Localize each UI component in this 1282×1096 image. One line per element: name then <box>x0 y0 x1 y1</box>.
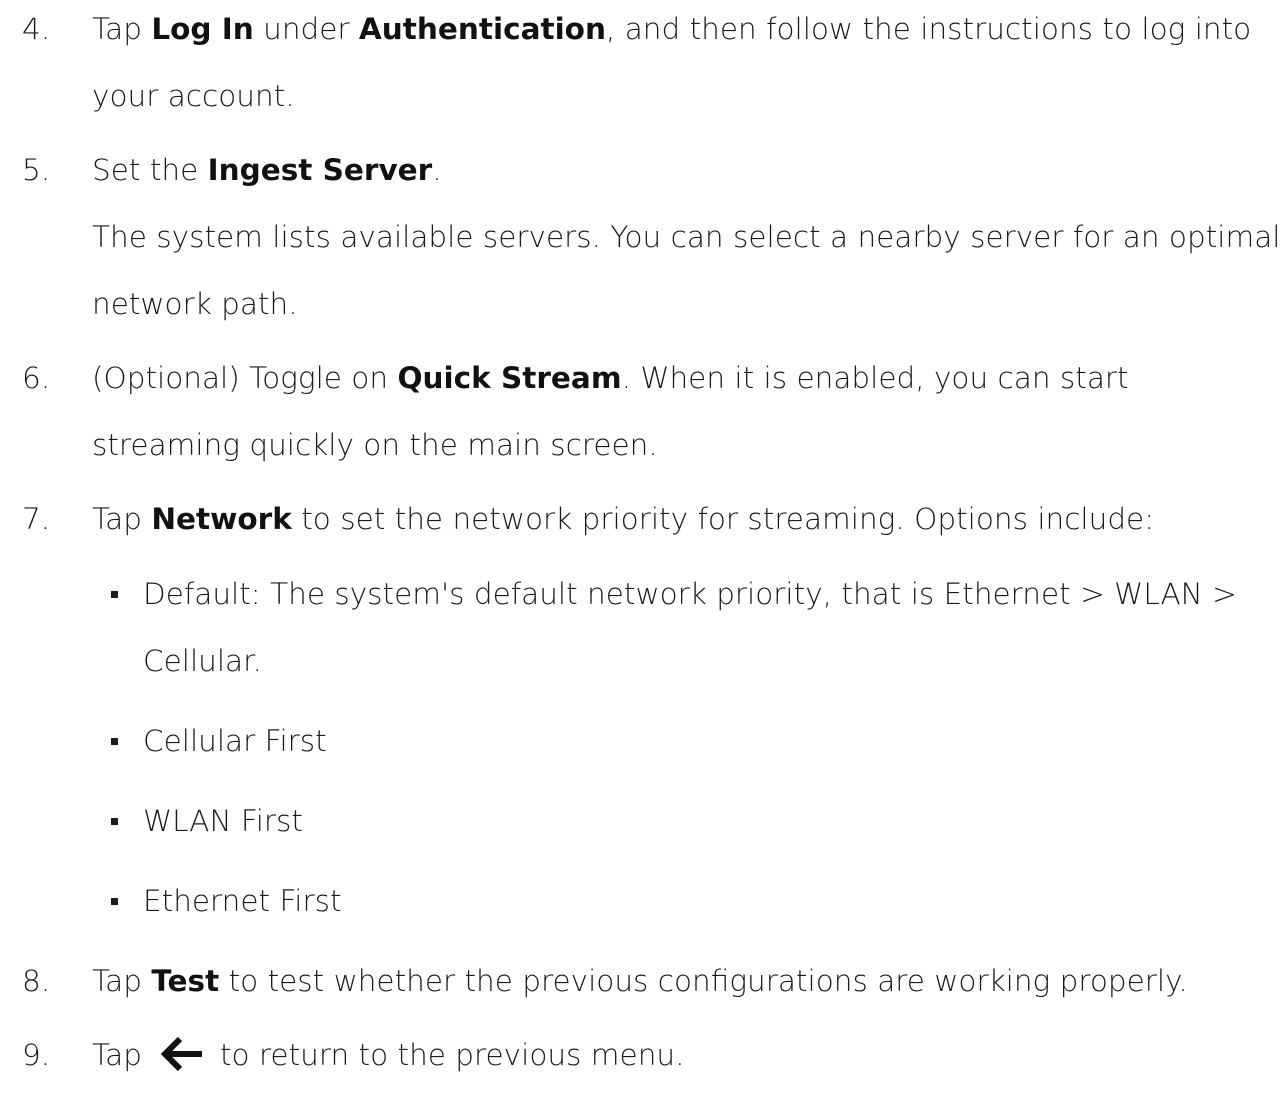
text-run: under <box>253 12 359 46</box>
step-1: 4. Tap Log In under Authentication, and t… <box>0 0 1282 130</box>
step-3: 6. (Optional) Toggle on Quick Stream. Whe… <box>0 345 1282 479</box>
text-run: Tap <box>92 502 152 536</box>
option-label: WLAN First <box>143 804 303 838</box>
bullet-icon <box>111 591 118 598</box>
instruction-list: 4. Tap Log In under Authentication, and t… <box>0 0 1282 1096</box>
option-label: Ethernet First <box>143 884 342 918</box>
text-run: to return to the previous menu. <box>219 1038 685 1072</box>
option-label: Cellular First <box>143 724 327 758</box>
step-text: Tap Test to test whether the previous co… <box>92 948 1282 1015</box>
text-run: Tap <box>92 1038 142 1072</box>
ui-term: Network <box>151 502 292 536</box>
step-text: Tap Network to set the network priority … <box>92 486 1282 935</box>
option-item: WLAN First <box>92 788 1282 855</box>
step-5: 8. Tap Test to test whether the previous … <box>0 948 1282 1015</box>
text-run: . <box>432 153 442 187</box>
option-item: Cellular First <box>92 708 1282 775</box>
ui-term: Quick Stream <box>397 361 622 395</box>
step-number: 6. <box>22 361 51 395</box>
step-text: Tap to return to the previous menu. <box>92 1022 1282 1089</box>
step-2: 5. Set the Ingest Server. The system lists… <box>0 137 1282 338</box>
step-number: 8. <box>22 964 51 998</box>
text-run: to set the network priority for streamin… <box>291 502 1155 536</box>
bullet-icon <box>111 738 118 745</box>
step-sentence: Tap Test to test whether the previous co… <box>92 948 1282 1015</box>
option-label: Default: The system's default network pr… <box>143 577 1237 678</box>
step-note: The system lists available servers. You … <box>92 220 1281 321</box>
text-run: to test whether the previous configurati… <box>219 964 1188 998</box>
ui-term: Test <box>151 964 220 998</box>
back-arrow-icon <box>160 1036 204 1072</box>
step-number: 5. <box>22 153 51 187</box>
ui-term: Log In <box>151 12 254 46</box>
text-run: (Optional) Toggle on <box>92 361 398 395</box>
step-number: 9. <box>22 1038 51 1072</box>
option-item: Ethernet First <box>92 868 1282 935</box>
step-sentence: Set the Ingest Server. <box>92 137 1282 204</box>
step-text: (Optional) Toggle on Quick Stream. When … <box>92 345 1282 479</box>
ui-term: Authentication <box>358 12 606 46</box>
step-sentence: Tap Network to set the network priority … <box>92 486 1282 553</box>
text-run: Tap <box>92 12 152 46</box>
step-sentence: (Optional) Toggle on Quick Stream. When … <box>92 345 1282 479</box>
step-text: Set the Ingest Server. The system lists a… <box>92 137 1282 338</box>
text-run: Set the <box>92 153 208 187</box>
step-sentence: Tap Log In under Authentication, and the… <box>92 0 1282 130</box>
option-item: Default: The system's default network pr… <box>92 561 1282 695</box>
text-run: Tap <box>92 964 152 998</box>
step-4: 7. Tap Network to set the network priorit… <box>0 486 1282 935</box>
ui-term: Ingest Server <box>207 153 433 187</box>
step-number: 7. <box>22 502 51 536</box>
option-list: Default: The system's default network pr… <box>92 561 1282 935</box>
bullet-icon <box>111 898 118 905</box>
step-text: Tap Log In under Authentication, and the… <box>92 0 1282 130</box>
step-sentence: Tap to return to the previous menu. <box>92 1022 1282 1089</box>
bullet-icon <box>111 818 118 825</box>
step-number: 4. <box>22 12 51 46</box>
step-6: 9. Tap to return to the previous menu. <box>0 1022 1282 1089</box>
